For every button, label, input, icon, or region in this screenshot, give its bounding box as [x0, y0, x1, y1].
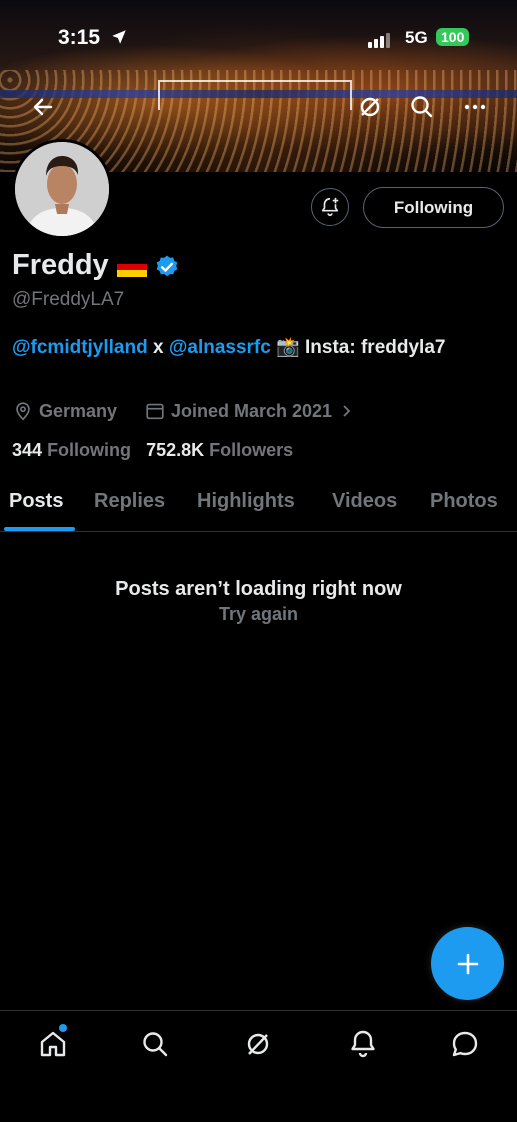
- following-stat[interactable]: 344 Following: [12, 440, 131, 460]
- profile-handle: @FreddyLA7: [12, 289, 125, 310]
- home-icon[interactable]: [36, 1027, 70, 1061]
- camera-emoji: 📸: [270, 337, 306, 358]
- bio-mention-link[interactable]: @alnassrfc: [169, 337, 271, 358]
- battery-indicator: 100: [436, 28, 470, 46]
- banner-goal: [158, 80, 352, 110]
- grok-icon[interactable]: [353, 90, 387, 124]
- following-label: Following: [47, 440, 132, 460]
- bio-text: Insta: freddyla7: [305, 337, 446, 358]
- following-count: 344: [12, 440, 43, 460]
- verified-badge-icon: [156, 255, 178, 277]
- followers-label: Followers: [209, 440, 294, 460]
- error-title: Posts aren’t loading right now: [115, 578, 402, 600]
- chevron-right-icon: [343, 405, 351, 417]
- search-icon[interactable]: [405, 90, 439, 124]
- search-icon[interactable]: [138, 1027, 172, 1061]
- followers-stat[interactable]: 752.8K Followers: [146, 440, 293, 460]
- avatar[interactable]: [12, 139, 112, 239]
- tab-highlights[interactable]: Highlights: [197, 490, 295, 513]
- network-label: 5G: [405, 28, 428, 47]
- tab-videos[interactable]: Videos: [332, 490, 397, 513]
- home-notification-dot: [59, 1024, 67, 1032]
- profile-bio: @fcmidtjylland x @alnassrfc 📸 Insta: fre…: [12, 334, 482, 362]
- profile-joined[interactable]: Joined March 2021: [144, 400, 354, 422]
- active-tab-indicator: [4, 527, 75, 531]
- germany-flag-icon: [117, 257, 147, 277]
- joined-text: Joined March 2021: [171, 400, 333, 421]
- bio-text: x: [147, 337, 169, 358]
- compose-button[interactable]: [431, 927, 504, 1000]
- bell-plus-icon: [321, 197, 339, 217]
- bio-mention-link[interactable]: @fcmidtjylland: [12, 337, 148, 358]
- location-text: Germany: [39, 400, 118, 421]
- arrow-left-icon[interactable]: [26, 90, 60, 124]
- status-bar: 3:15 5G 100: [0, 26, 517, 56]
- profile-stats: 344 Following 752.8K Followers: [12, 440, 293, 461]
- location-pin-icon: [16, 402, 30, 421]
- profile-name: Freddy: [12, 249, 109, 281]
- grok-icon[interactable]: [241, 1027, 275, 1061]
- tab-replies[interactable]: Replies: [94, 490, 165, 513]
- try-again-link[interactable]: Try again: [0, 604, 517, 625]
- bottom-nav: [0, 1010, 517, 1122]
- followers-count: 752.8K: [146, 440, 205, 460]
- tab-photos[interactable]: Photos: [430, 490, 498, 513]
- plus-icon: [457, 953, 478, 974]
- notify-button[interactable]: [311, 188, 349, 226]
- status-time: 3:15: [58, 26, 101, 49]
- avatar-image: [15, 142, 109, 236]
- signal-icon: [368, 30, 392, 48]
- messages-icon[interactable]: [448, 1027, 482, 1061]
- profile-tabs: Posts Replies Highlights Videos Photos: [0, 483, 517, 532]
- location-arrow-icon: [112, 30, 126, 44]
- more-icon[interactable]: [458, 90, 492, 124]
- calendar-icon: [146, 403, 164, 420]
- bell-icon[interactable]: [346, 1027, 380, 1061]
- profile-location: Germany: [12, 400, 117, 422]
- following-button[interactable]: Following: [363, 187, 504, 228]
- tab-posts[interactable]: Posts: [9, 490, 63, 513]
